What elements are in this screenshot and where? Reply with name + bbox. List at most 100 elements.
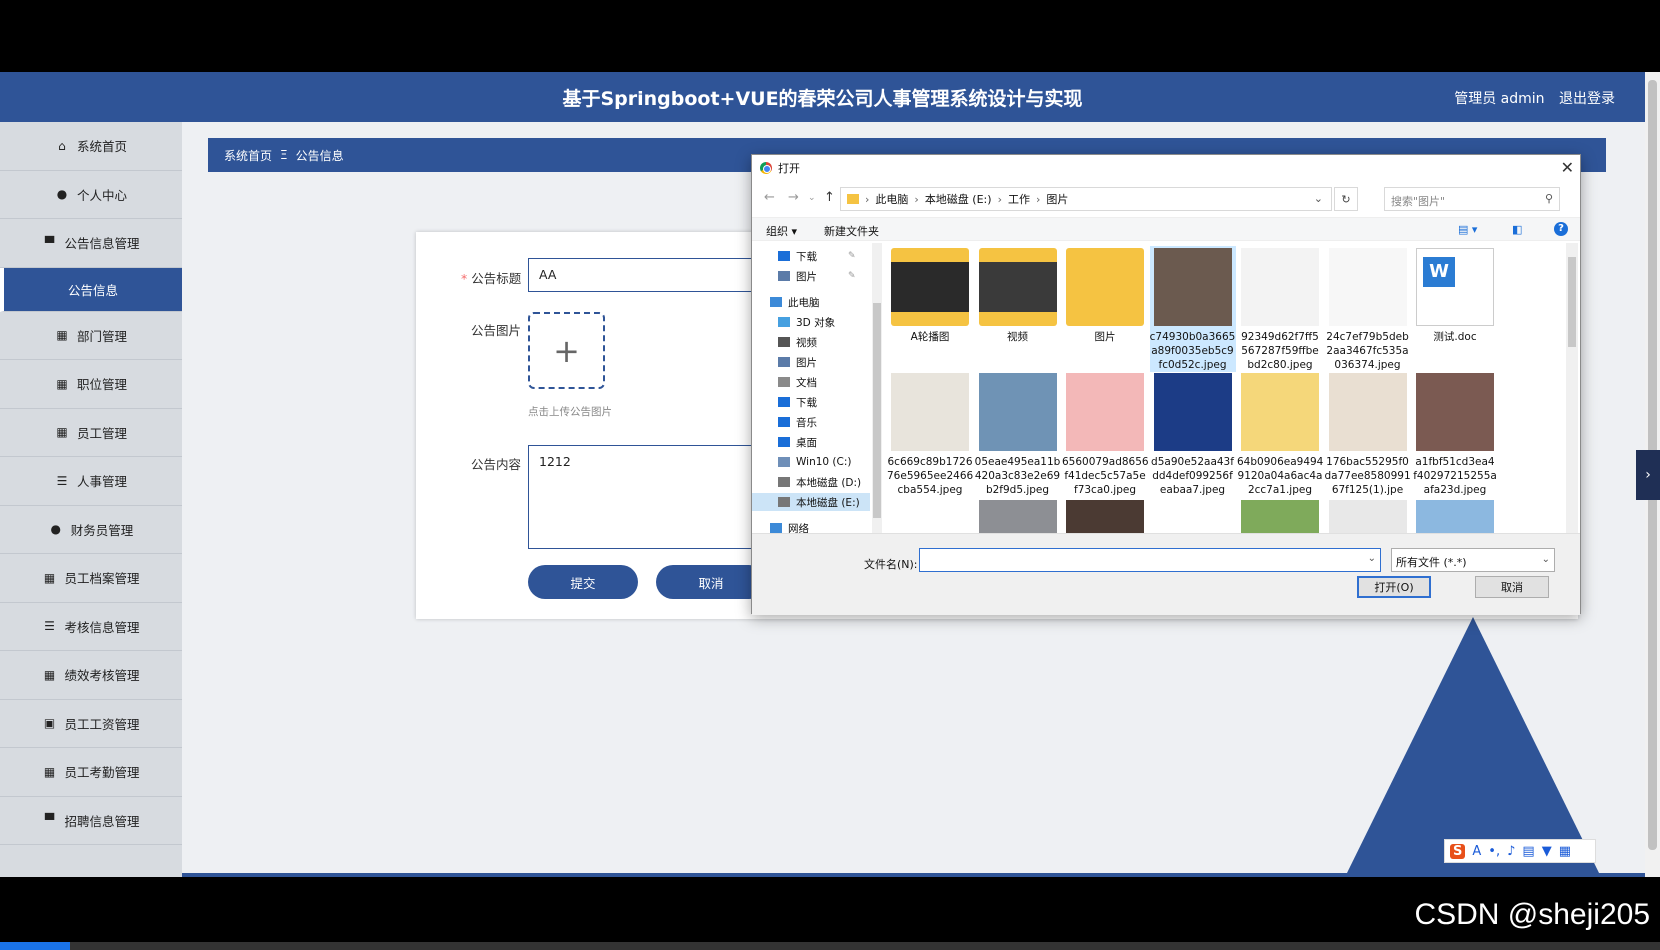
filetype-select[interactable]: 所有文件 (*.*) ⌄ (1391, 548, 1555, 572)
tree-item[interactable]: 图片 (778, 353, 817, 371)
filetype-value: 所有文件 (*.*) (1396, 556, 1467, 569)
shirt-icon: ▼ (1541, 843, 1552, 859)
file-item[interactable]: c74930b0a3665 a89f0035eb5c9 fc0d52c.jpeg (1149, 246, 1236, 372)
up-arrow-icon[interactable]: ↑ (824, 190, 835, 205)
tree-item[interactable]: 本地磁盘 (E:) (752, 493, 870, 511)
folder-icon (1066, 248, 1144, 326)
tree-item[interactable]: 桌面 (778, 433, 817, 451)
grid-icon: ▦ (43, 570, 56, 585)
forward-arrow-icon[interactable]: → (788, 190, 799, 205)
tree-item[interactable]: 此电脑 (770, 293, 820, 311)
chevron-down-icon[interactable]: ⌄ (1368, 553, 1376, 564)
path-segment[interactable]: 工作 (1008, 191, 1030, 207)
file-item[interactable]: 24c7ef79b5deb 2aa3467fc535a 036374.jpeg (1325, 246, 1411, 372)
sidebar-item[interactable]: ▦ 部门管理 (0, 312, 182, 360)
file-item[interactable]: 92349d62f7ff5 567287f59ffbe bd2c80.jpeg (1237, 246, 1323, 372)
sidebar-item[interactable]: ☰ 考核信息管理 (0, 603, 182, 651)
tree-item[interactable]: 文档 (778, 373, 817, 391)
folder-item[interactable]: 视频 (975, 246, 1061, 344)
tree-item-icon (778, 251, 790, 261)
file-item[interactable]: 6560079ad8656 f41dec5c57a5e f73ca0.jpeg (1062, 371, 1149, 497)
breadcrumb-home[interactable]: 系统首页 (224, 147, 272, 164)
cancel-button[interactable]: 取消 (656, 565, 766, 599)
sidebar-item[interactable]: ⌂ 系统首页 (0, 122, 182, 171)
tree-scrollbar-thumb[interactable] (873, 303, 881, 518)
close-icon[interactable]: ✕ (1561, 158, 1574, 177)
tree-item-label: 桌面 (796, 436, 817, 449)
refresh-icon[interactable]: ↻ (1334, 187, 1358, 211)
path-segment[interactable]: 图片 (1046, 191, 1068, 207)
sidebar-item[interactable]: ▦ 员工档案管理 (0, 554, 182, 603)
sidebar-item[interactable]: ▣ 员工工资管理 (0, 700, 182, 748)
sidebar-item-label: 员工档案管理 (64, 571, 140, 587)
path-segment[interactable]: 本地磁盘 (E:) (925, 191, 992, 207)
sidebar-item[interactable]: ▀ 公告信息管理 (0, 219, 182, 268)
file-name-label: 05eae495ea11b 420a3c83e2e69 b2f9d5.jpeg (974, 456, 1061, 496)
sogou-icon: S (1450, 843, 1466, 859)
ime-toolbar[interactable]: S A •, ♪ ▤ ▼ ▦ (1444, 839, 1596, 863)
search-input[interactable]: 搜索"图片" ⚲ (1384, 187, 1560, 211)
image-thumbnail[interactable] (1066, 500, 1144, 533)
image-upload-box[interactable]: + (528, 312, 605, 389)
tree-item[interactable]: 下载 ✎ (778, 247, 856, 265)
file-item[interactable]: W 测试.doc (1412, 246, 1498, 344)
sidebar-item[interactable]: ☰ 人事管理 (0, 457, 182, 506)
image-thumbnail (891, 373, 969, 451)
help-icon[interactable]: ? (1554, 222, 1568, 236)
submit-button[interactable]: 提交 (528, 565, 638, 599)
chevron-down-icon[interactable]: ⌄ (1314, 192, 1323, 205)
sidebar-item[interactable]: ▦ 绩效考核管理 (0, 651, 182, 700)
file-name-label: 92349d62f7ff5 567287f59ffbe bd2c80.jpeg (1241, 331, 1319, 371)
tree-item[interactable]: 音乐 (778, 413, 817, 431)
sidebar-item[interactable]: ● 财务员管理 (0, 506, 182, 554)
tree-scrollbar[interactable] (872, 243, 882, 533)
sidebar-item[interactable]: ▦ 员工管理 (0, 409, 182, 457)
image-thumbnail (978, 373, 1057, 451)
dialog-cancel-button[interactable]: 取消 (1475, 576, 1549, 598)
file-item[interactable]: d5a90e52aa43f dd4def099256f eabaa7.jpeg (1150, 371, 1236, 497)
video-progress-bar[interactable] (0, 942, 1660, 950)
folder-item[interactable]: A轮播图 (887, 246, 973, 344)
grid-scrollbar-thumb[interactable] (1568, 257, 1576, 347)
sidebar-item[interactable]: ▦ 员工考勤管理 (0, 748, 182, 797)
folder-item[interactable]: 图片 (1062, 246, 1148, 344)
file-item[interactable]: 64b0906ea9494 9120a04a6ac4a 2cc7a1.jpeg (1237, 371, 1323, 497)
image-thumbnail (1153, 373, 1232, 451)
tree-item[interactable]: 3D 对象 (778, 313, 835, 331)
sidebar-item[interactable]: ▀ 招聘信息管理 (0, 797, 182, 845)
tree-item-label: 文档 (796, 376, 817, 389)
recent-dropdown-icon[interactable]: ⌄ (808, 193, 816, 203)
back-arrow-icon[interactable]: ← (764, 190, 775, 205)
sidebar-item[interactable]: ▦ 职位管理 (0, 360, 182, 409)
organize-button[interactable]: 组织 ▾ (766, 223, 797, 239)
chevron-right-icon[interactable]: › (1636, 450, 1660, 500)
path-segment[interactable]: 此电脑 (875, 191, 908, 207)
logout-link[interactable]: 退出登录 (1559, 91, 1615, 107)
grid-scrollbar[interactable] (1566, 243, 1578, 533)
tree-item[interactable]: 本地磁盘 (D:) (778, 473, 861, 491)
tree-item[interactable]: 图片 ✎ (778, 267, 856, 285)
image-thumbnail[interactable] (1241, 500, 1319, 533)
home-icon: ⌂ (58, 138, 66, 153)
image-thumbnail[interactable] (1328, 500, 1407, 533)
sidebar-item[interactable]: 公告信息 (0, 267, 182, 312)
open-button[interactable]: 打开(O) (1357, 576, 1431, 598)
new-folder-button[interactable]: 新建文件夹 (824, 223, 879, 239)
sidebar-item-label: 系统首页 (76, 139, 127, 155)
file-name-label: 视频 (1007, 331, 1028, 343)
tree-item[interactable]: Win10 (C:) (778, 453, 851, 471)
image-thumbnail[interactable] (1416, 500, 1494, 533)
file-item[interactable]: 6c669c89b1726 76e5965ee2466 cba554.jpeg (887, 371, 973, 497)
preview-pane-icon[interactable]: ◧ (1512, 223, 1522, 236)
image-thumbnail[interactable] (978, 500, 1057, 533)
file-item[interactable]: 05eae495ea11b 420a3c83e2e69 b2f9d5.jpeg (975, 371, 1061, 497)
tree-item[interactable]: 视频 (778, 333, 817, 351)
sidebar-item[interactable]: ● 个人中心 (0, 171, 182, 219)
filename-input[interactable]: ⌄ (919, 548, 1381, 572)
address-bar[interactable]: › 此电脑 › 本地磁盘 (E:) › 工作 › 图片 ⌄ (840, 187, 1332, 211)
file-item[interactable]: a1fbf51cd3ea4 f40297215255a afa23d.jpeg (1412, 371, 1498, 497)
sidebar-item-label: 考核信息管理 (64, 619, 140, 635)
tree-item[interactable]: 下载 (778, 393, 817, 411)
view-options-icon[interactable]: ▤ ▾ (1458, 223, 1477, 236)
file-item[interactable]: 176bac55295f0 da77ee8580991 67f125(1).jp… (1325, 371, 1411, 511)
